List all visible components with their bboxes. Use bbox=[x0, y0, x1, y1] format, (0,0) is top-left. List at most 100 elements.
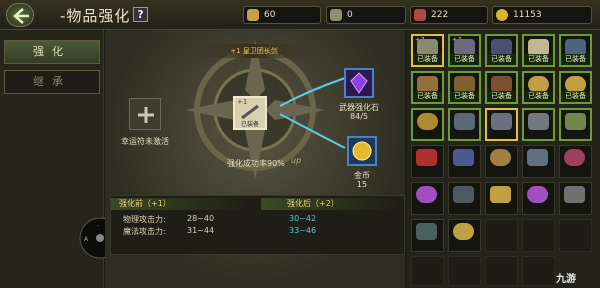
resource-gold-ingot: 60 bbox=[243, 6, 321, 24]
mace-icon bbox=[491, 113, 512, 130]
ring-icon bbox=[417, 113, 438, 130]
gold-coin-slot[interactable] bbox=[347, 136, 377, 166]
item-name-banner: +1 皇卫团长剑 bbox=[199, 44, 309, 58]
chainmail-icon bbox=[527, 149, 548, 166]
success-rate: 强化成功率90% bbox=[227, 159, 285, 168]
equipped-tag: 已装备 bbox=[524, 91, 553, 102]
equipped-tag: 已装备 bbox=[487, 54, 516, 65]
inventory-slot[interactable] bbox=[448, 182, 481, 215]
inventory-slot[interactable] bbox=[411, 219, 444, 252]
watermark: 九游 bbox=[556, 274, 576, 285]
inventory-slot[interactable] bbox=[559, 108, 592, 141]
inventory-slot[interactable] bbox=[485, 108, 518, 141]
inventory-slot[interactable] bbox=[485, 182, 518, 215]
equipped-tag: 已装备 bbox=[450, 91, 479, 102]
inventory-slot[interactable] bbox=[448, 108, 481, 141]
before-title: 强化前（+1） bbox=[111, 198, 251, 210]
equipped-tag: 已装备 bbox=[487, 91, 516, 102]
equipped-tag: 已装备 bbox=[561, 91, 590, 102]
equipped-tag: 已装备 bbox=[240, 121, 259, 128]
tab-inherit[interactable]: 继承 bbox=[4, 70, 100, 94]
inventory-slot[interactable] bbox=[522, 182, 555, 215]
axe-icon bbox=[528, 113, 549, 130]
plus-icon bbox=[138, 107, 154, 123]
stats-panel: 强化前（+1） 强化后（+2） 物理攻击力: 28~40 30~42 魔法攻击力… bbox=[110, 195, 405, 255]
red-gem-icon bbox=[416, 149, 437, 166]
crystal-stone-icon bbox=[350, 72, 368, 94]
staff-icon bbox=[565, 113, 586, 130]
inventory-slot-empty[interactable] bbox=[522, 256, 555, 286]
page-title: -物品强化 bbox=[60, 7, 131, 25]
tab-enhance[interactable]: 强化 bbox=[4, 40, 100, 64]
equipped-tag: 已装备 bbox=[561, 54, 590, 65]
lucky-charm-slot[interactable] bbox=[129, 98, 161, 130]
inventory-slot-empty[interactable] bbox=[485, 219, 518, 252]
blue-bracer-icon bbox=[453, 149, 474, 166]
crystal-icon bbox=[330, 9, 342, 21]
inventory-slot[interactable] bbox=[485, 145, 518, 178]
inventory-slot[interactable] bbox=[411, 182, 444, 215]
back-arrow-icon bbox=[13, 8, 29, 24]
earring-icon bbox=[416, 186, 437, 203]
inventory-slot[interactable]: 已装备 bbox=[559, 34, 592, 67]
iron-helm-icon bbox=[453, 186, 474, 203]
stat-after-value: 33~46 bbox=[289, 226, 317, 235]
stat-label: 魔法攻击力: bbox=[123, 227, 166, 236]
inventory-slot-empty[interactable] bbox=[411, 256, 444, 286]
help-button[interactable]: ? bbox=[133, 7, 148, 22]
resource-value: 0 bbox=[347, 10, 353, 20]
after-title: 强化后（+2） bbox=[261, 198, 401, 210]
up-label: up bbox=[291, 156, 302, 165]
inventory-slot[interactable] bbox=[522, 145, 555, 178]
inventory-slot-empty[interactable] bbox=[485, 256, 518, 286]
enhance-stone-slot[interactable] bbox=[344, 68, 374, 98]
lucky-charm-label: 幸运符未激活 bbox=[121, 137, 169, 146]
resource-gem: 222 bbox=[410, 6, 488, 24]
inventory-slot[interactable] bbox=[448, 145, 481, 178]
stat-after-value: 30~42 bbox=[289, 214, 317, 223]
enhance-stone-count: 84/5 bbox=[350, 112, 368, 121]
metal-gauntlet-icon bbox=[564, 186, 585, 203]
stat-before-value: 28~40 bbox=[187, 214, 215, 223]
inventory-slot[interactable]: +1 已装备 bbox=[411, 34, 444, 67]
inventory-slot[interactable] bbox=[559, 145, 592, 178]
inventory-slot[interactable] bbox=[411, 145, 444, 178]
stat-label: 物理攻击力: bbox=[123, 215, 166, 224]
resource-value: 60 bbox=[264, 10, 276, 20]
inventory-slot[interactable] bbox=[522, 108, 555, 141]
inventory-slot[interactable] bbox=[559, 182, 592, 215]
inventory-slot[interactable]: 已装备 bbox=[485, 71, 518, 104]
top-bar: -物品强化 ? 60 0 222 11153 bbox=[0, 0, 600, 30]
back-button[interactable] bbox=[6, 3, 34, 27]
resource-value: 222 bbox=[431, 10, 449, 20]
svg-text:.: . bbox=[97, 221, 99, 228]
inventory-slot[interactable] bbox=[411, 108, 444, 141]
inventory-grid: +1 已装备 +1 已装备 已装备 已装备 已装备 已装备 已装备 已装备 已装… bbox=[407, 30, 600, 288]
gem-icon bbox=[414, 9, 426, 21]
inventory-slot[interactable]: +1 已装备 bbox=[448, 34, 481, 67]
equipped-tag: 已装备 bbox=[413, 54, 442, 65]
inventory-slot[interactable]: 已装备 bbox=[485, 34, 518, 67]
stat-before-value: 31~44 bbox=[187, 226, 215, 235]
inventory-slot[interactable]: 已装备 bbox=[522, 34, 555, 67]
amulet-icon bbox=[490, 149, 511, 166]
resource-crystal: 0 bbox=[326, 6, 406, 24]
resource-coin: 11153 bbox=[492, 6, 592, 24]
equipped-tag: 已装备 bbox=[413, 91, 442, 102]
inventory-slot-empty[interactable] bbox=[448, 256, 481, 286]
gold-coin-icon bbox=[352, 141, 372, 161]
resource-value: 11153 bbox=[513, 10, 542, 20]
inventory-slot-empty[interactable] bbox=[559, 219, 592, 252]
sidebar: 强化 继承 . A D bbox=[0, 30, 121, 288]
target-item-slot[interactable]: +1 已装备 bbox=[233, 96, 267, 130]
inventory-slot-empty[interactable] bbox=[522, 219, 555, 252]
dagger-icon bbox=[454, 113, 475, 130]
inventory-slot[interactable]: 已装备 bbox=[522, 71, 555, 104]
bracelet-icon bbox=[416, 223, 437, 240]
inventory-slot[interactable]: 已装备 bbox=[559, 71, 592, 104]
gold-coin-count: 15 bbox=[356, 180, 368, 189]
inventory-slot[interactable] bbox=[448, 219, 481, 252]
inventory-slot[interactable]: 已装备 bbox=[448, 71, 481, 104]
gold-ring-icon bbox=[453, 223, 474, 240]
inventory-slot[interactable]: 已装备 bbox=[411, 71, 444, 104]
